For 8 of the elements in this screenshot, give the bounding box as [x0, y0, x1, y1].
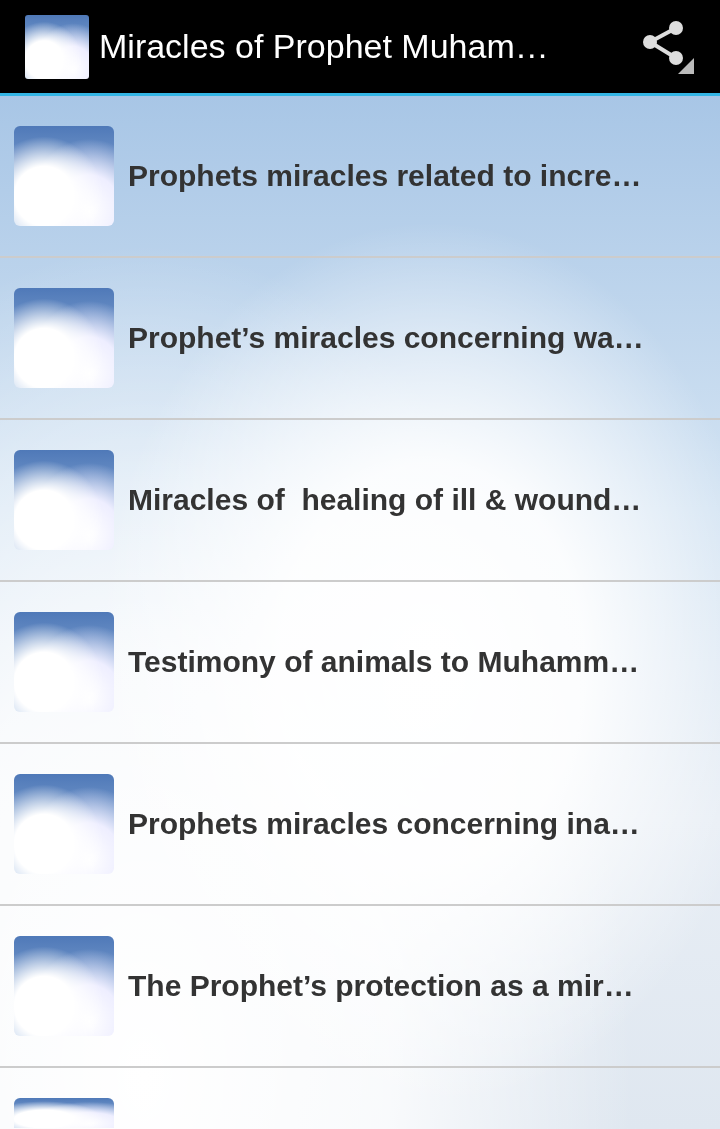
list-item[interactable]: Miracles of healing of ill & wound… [0, 420, 720, 582]
list-item[interactable]: The Prophet’s protection as a mir… [0, 906, 720, 1068]
list-item[interactable]: Prophet’s miracles concerning wa… [0, 258, 720, 420]
list-item[interactable]: Prophets miracles related to incre… [0, 96, 720, 258]
list-item[interactable]: Testimony of animals to Muhamm… [0, 582, 720, 744]
list-item[interactable]: Prophets miracles concerning ina… [0, 744, 720, 906]
app-icon [25, 14, 89, 79]
app-title: Miracles of Prophet Muham… [99, 27, 550, 66]
